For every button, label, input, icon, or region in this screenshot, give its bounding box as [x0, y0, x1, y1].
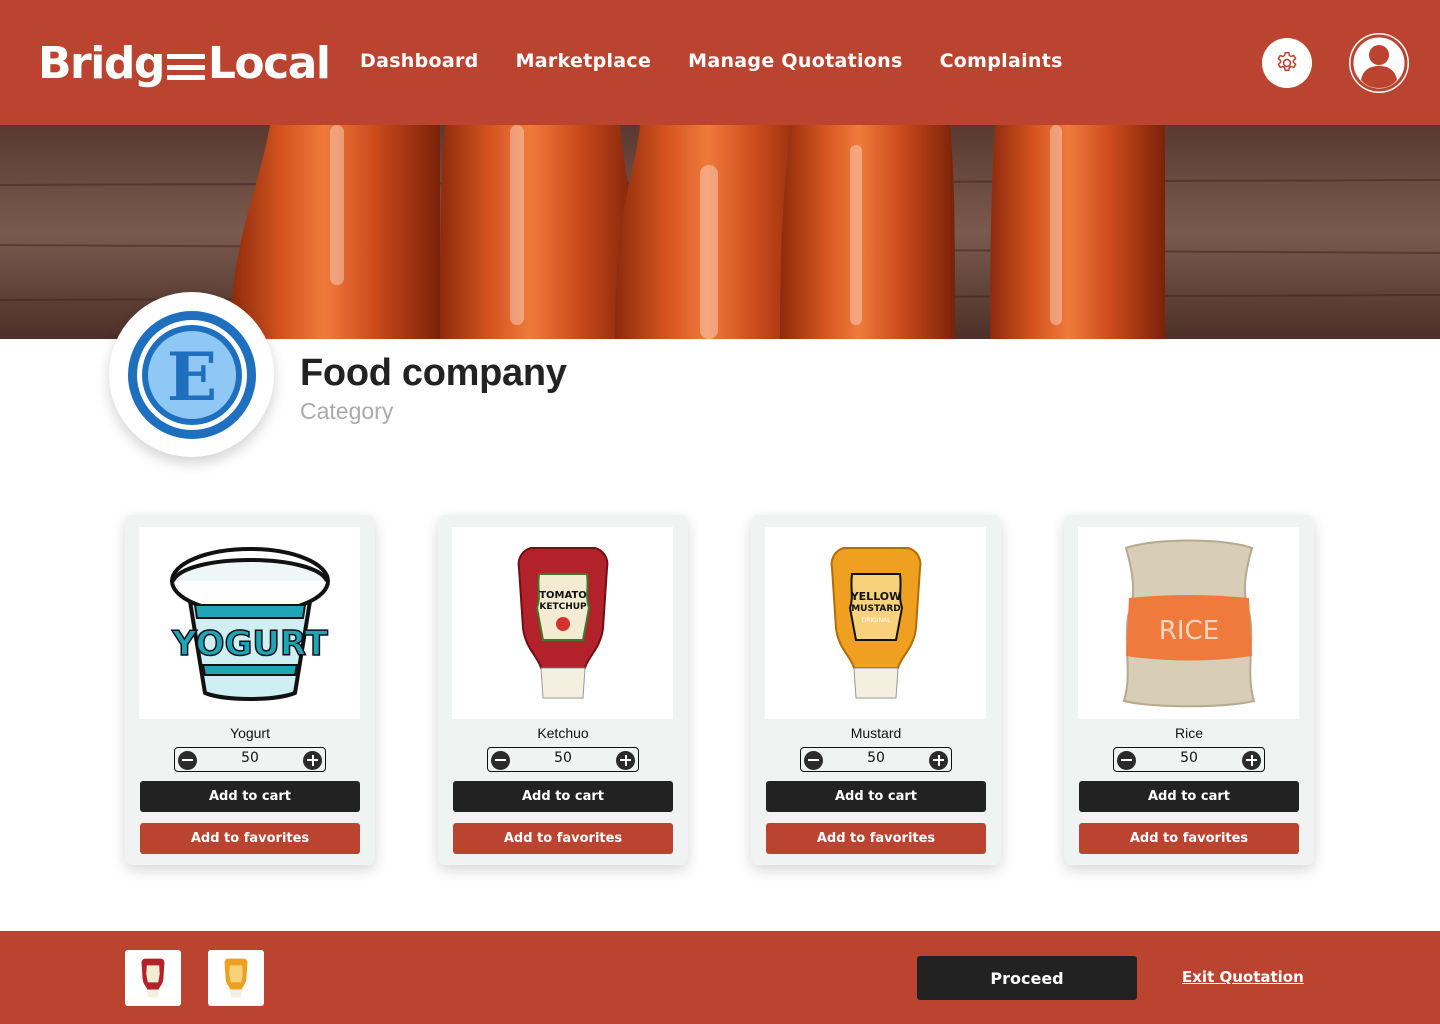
proceed-button[interactable]: Proceed [917, 956, 1137, 1000]
mustard-label-line2: MUSTARD [851, 604, 901, 614]
decrease-quantity-button[interactable] [1117, 751, 1136, 770]
quantity-stepper: 50 [174, 747, 326, 772]
add-to-favorites-button[interactable]: Add to favorites [1079, 823, 1299, 854]
selected-item-thumbnail-ketchup[interactable] [125, 950, 181, 1006]
add-to-cart-button[interactable]: Add to cart [1079, 781, 1299, 812]
nav-dashboard[interactable]: Dashboard [360, 50, 479, 72]
quotation-footer-bar: Proceed Exit Quotation [0, 931, 1440, 1024]
bridgelocal-logo[interactable]: Bridg Local [38, 36, 331, 92]
product-card-yogurt: YOGURT Yogurt 50 Add to cart Add to favo… [125, 515, 375, 865]
quantity-stepper: 50 [487, 747, 639, 772]
selected-item-thumbnail-mustard[interactable] [208, 950, 264, 1006]
mustard-label-line3: ORIGINAL [861, 617, 891, 624]
product-name: Yogurt [230, 725, 270, 741]
ketchup-label-line1: TOMATO [539, 590, 587, 601]
add-to-cart-button[interactable]: Add to cart [766, 781, 986, 812]
increase-quantity-button[interactable] [929, 751, 948, 770]
nav-complaints[interactable]: Complaints [940, 50, 1063, 72]
logo-text-right: Local [207, 38, 331, 89]
company-category: Category [300, 398, 394, 424]
product-name: Rice [1174, 725, 1203, 741]
yogurt-label-text: YOGURT [171, 624, 328, 664]
increase-quantity-button[interactable] [616, 751, 635, 770]
logo-equals-icon [166, 54, 205, 80]
ketchup-label-line2: KETCHUP [539, 602, 587, 612]
add-to-cart-button[interactable]: Add to cart [453, 781, 673, 812]
add-to-favorites-button[interactable]: Add to favorites [766, 823, 986, 854]
product-name: Ketchuo [537, 725, 589, 741]
product-image-yogurt: YOGURT [139, 527, 360, 719]
add-to-favorites-button[interactable]: Add to favorites [140, 823, 360, 854]
main-nav: Dashboard Marketplace Manage Quotations … [360, 50, 1100, 72]
settings-button[interactable] [1262, 38, 1312, 88]
product-image-mustard: YELLOW MUSTARD ORIGINAL [765, 527, 986, 719]
rice-label-text: RICE [1158, 616, 1218, 646]
product-card-mustard: YELLOW MUSTARD ORIGINAL Mustard 50 Add t… [751, 515, 1001, 865]
gear-icon [1277, 51, 1297, 72]
product-card-ketchup: TOMATO KETCHUP Ketchuo 50 Add to cart Ad… [438, 515, 688, 865]
product-name: Mustard [850, 725, 902, 741]
add-to-favorites-button[interactable]: Add to favorites [453, 823, 673, 854]
product-image-ketchup: TOMATO KETCHUP [452, 527, 673, 719]
quantity-value[interactable]: 50 [1138, 750, 1240, 766]
mustard-label-line1: YELLOW [849, 590, 901, 603]
exit-quotation-link[interactable]: Exit Quotation [1182, 968, 1304, 986]
decrease-quantity-button[interactable] [804, 751, 823, 770]
quantity-stepper: 50 [800, 747, 952, 772]
quantity-value[interactable]: 50 [199, 750, 301, 766]
logo-text-left: Bridg [38, 38, 165, 89]
product-card-rice: RICE Rice 50 Add to cart Add to favorite… [1064, 515, 1314, 865]
user-icon [1350, 34, 1408, 92]
quantity-stepper: 50 [1113, 747, 1265, 772]
increase-quantity-button[interactable] [303, 751, 322, 770]
company-logo-letter: E [166, 338, 216, 416]
company-logo: E [109, 292, 274, 457]
quantity-value[interactable]: 50 [512, 750, 614, 766]
nav-manage-quotations[interactable]: Manage Quotations [688, 50, 902, 72]
add-to-cart-button[interactable]: Add to cart [140, 781, 360, 812]
user-avatar-button[interactable] [1349, 33, 1409, 93]
nav-marketplace[interactable]: Marketplace [516, 50, 652, 72]
decrease-quantity-button[interactable] [491, 751, 510, 770]
decrease-quantity-button[interactable] [178, 751, 197, 770]
quantity-value[interactable]: 50 [825, 750, 927, 766]
company-name: Food company [300, 352, 567, 394]
increase-quantity-button[interactable] [1242, 751, 1261, 770]
top-navbar: Bridg Local Dashboard Marketplace Manage… [0, 0, 1440, 125]
product-image-rice: RICE [1078, 527, 1299, 719]
